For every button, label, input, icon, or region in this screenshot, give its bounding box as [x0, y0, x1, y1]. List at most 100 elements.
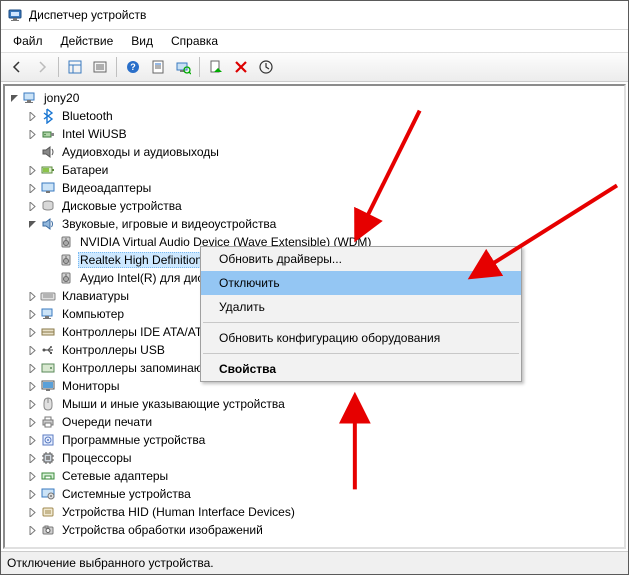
expand-icon[interactable]: [26, 524, 38, 536]
expand-icon[interactable]: [26, 164, 38, 176]
ide-icon: [40, 324, 56, 340]
keyboard-icon: [40, 288, 56, 304]
action-button[interactable]: [88, 55, 112, 79]
context-item[interactable]: Обновить драйверы...: [201, 247, 521, 271]
battery-icon: [40, 162, 56, 178]
svg-text:?: ?: [130, 62, 136, 72]
expand-icon[interactable]: [26, 506, 38, 518]
context-item[interactable]: Обновить конфигурацию оборудования: [201, 326, 521, 350]
expand-icon[interactable]: [26, 110, 38, 122]
tree-label: Процессоры: [60, 451, 134, 465]
context-item[interactable]: Свойства: [201, 357, 521, 381]
tree-label: Программные устройства: [60, 433, 207, 447]
expand-icon[interactable]: [26, 182, 38, 194]
context-separator: [203, 353, 519, 354]
menu-file[interactable]: Файл: [5, 32, 51, 50]
tree-category[interactable]: Видеоадаптеры: [26, 179, 624, 197]
expand-icon[interactable]: [26, 218, 38, 230]
tree-label: Мониторы: [60, 379, 121, 393]
show-hidden-button[interactable]: [63, 55, 87, 79]
expand-icon[interactable]: [26, 416, 38, 428]
tree-category[interactable]: Сетевые адаптеры: [26, 467, 624, 485]
tree-root-node[interactable]: jony20: [8, 89, 624, 107]
tree-label: Realtek High Definition A: [78, 252, 215, 268]
tree-label: Очереди печати: [60, 415, 154, 429]
tree-label: Системные устройства: [60, 487, 193, 501]
expand-icon[interactable]: [8, 92, 20, 104]
disk-icon: [40, 198, 56, 214]
tree-category[interactable]: Мыши и иные указывающие устройства: [26, 395, 624, 413]
help-button[interactable]: ?: [121, 55, 145, 79]
enable-button[interactable]: [204, 55, 228, 79]
tree-label: Bluetooth: [60, 109, 115, 123]
speaker-icon: [58, 234, 74, 250]
app-icon: [7, 7, 23, 23]
cpu-icon: [40, 450, 56, 466]
tree-label: Батареи: [60, 163, 110, 177]
expand-icon[interactable]: [26, 344, 38, 356]
tree-category[interactable]: Звуковые, игровые и видеоустройства: [26, 215, 624, 233]
computer-icon: [22, 90, 38, 106]
net-icon: [40, 468, 56, 484]
back-button[interactable]: [5, 55, 29, 79]
sound-icon: [40, 216, 56, 232]
menu-help[interactable]: Справка: [163, 32, 226, 50]
menu-view[interactable]: Вид: [123, 32, 161, 50]
tree-category[interactable]: Intel WiUSB: [26, 125, 624, 143]
expand-icon[interactable]: [26, 398, 38, 410]
expand-icon[interactable]: [26, 200, 38, 212]
expand-icon[interactable]: [26, 434, 38, 446]
status-text: Отключение выбранного устройства.: [7, 556, 214, 570]
menu-action[interactable]: Действие: [53, 32, 122, 50]
statusbar: Отключение выбранного устройства.: [1, 551, 628, 574]
expand-icon[interactable]: [26, 326, 38, 338]
uninstall-button[interactable]: [229, 55, 253, 79]
speaker-icon: [58, 270, 74, 286]
tree-category[interactable]: Процессоры: [26, 449, 624, 467]
imaging-icon: [40, 522, 56, 538]
tree-category[interactable]: Bluetooth: [26, 107, 624, 125]
scan-button[interactable]: [171, 55, 195, 79]
context-menu: Обновить драйверы...ОтключитьУдалить Обно…: [200, 246, 522, 382]
expand-icon[interactable]: [26, 128, 38, 140]
tree-category[interactable]: Батареи: [26, 161, 624, 179]
tree-label: Контроллеры IDE ATA/ATA: [60, 325, 211, 339]
tree-label: Сетевые адаптеры: [60, 469, 170, 483]
tree-category[interactable]: Очереди печати: [26, 413, 624, 431]
tree-category[interactable]: Устройства HID (Human Interface Devices): [26, 503, 624, 521]
tree-category[interactable]: Системные устройства: [26, 485, 624, 503]
expand-icon[interactable]: [26, 488, 38, 500]
device-manager-window: Диспетчер устройств Файл Действие Вид Сп…: [0, 0, 629, 575]
usbctl-icon: [40, 342, 56, 358]
expand-icon[interactable]: [26, 452, 38, 464]
tree-label: Мыши и иные указывающие устройства: [60, 397, 287, 411]
update-driver-button[interactable]: [254, 55, 278, 79]
storage-icon: [40, 360, 56, 376]
expand-icon[interactable]: [26, 380, 38, 392]
usb-icon: [40, 126, 56, 142]
tree-category[interactable]: Дисковые устройства: [26, 197, 624, 215]
context-item[interactable]: Удалить: [201, 295, 521, 319]
expand-icon[interactable]: [26, 470, 38, 482]
context-separator: [203, 322, 519, 323]
tree-label: Дисковые устройства: [60, 199, 184, 213]
toolbar-separator: [199, 57, 200, 77]
tree-label: Устройства обработки изображений: [60, 523, 265, 537]
toolbar-separator: [116, 57, 117, 77]
expand-icon[interactable]: [26, 290, 38, 302]
print-icon: [40, 414, 56, 430]
expand-icon[interactable]: [26, 308, 38, 320]
expand-icon[interactable]: [26, 362, 38, 374]
audio-icon: [40, 144, 56, 160]
soft-icon: [40, 432, 56, 448]
tree-category[interactable]: Аудиовходы и аудиовыходы: [26, 143, 624, 161]
device-tree-pane[interactable]: jony20 Bluetooth Intel WiUSBАудиовходы и а…: [3, 84, 626, 549]
properties-button[interactable]: [146, 55, 170, 79]
mouse-icon: [40, 396, 56, 412]
forward-button[interactable]: [30, 55, 54, 79]
tree-category[interactable]: Программные устройства: [26, 431, 624, 449]
bt-icon: [40, 108, 56, 124]
tree-category[interactable]: Устройства обработки изображений: [26, 521, 624, 539]
context-item[interactable]: Отключить: [201, 271, 521, 295]
computer-icon: [40, 306, 56, 322]
